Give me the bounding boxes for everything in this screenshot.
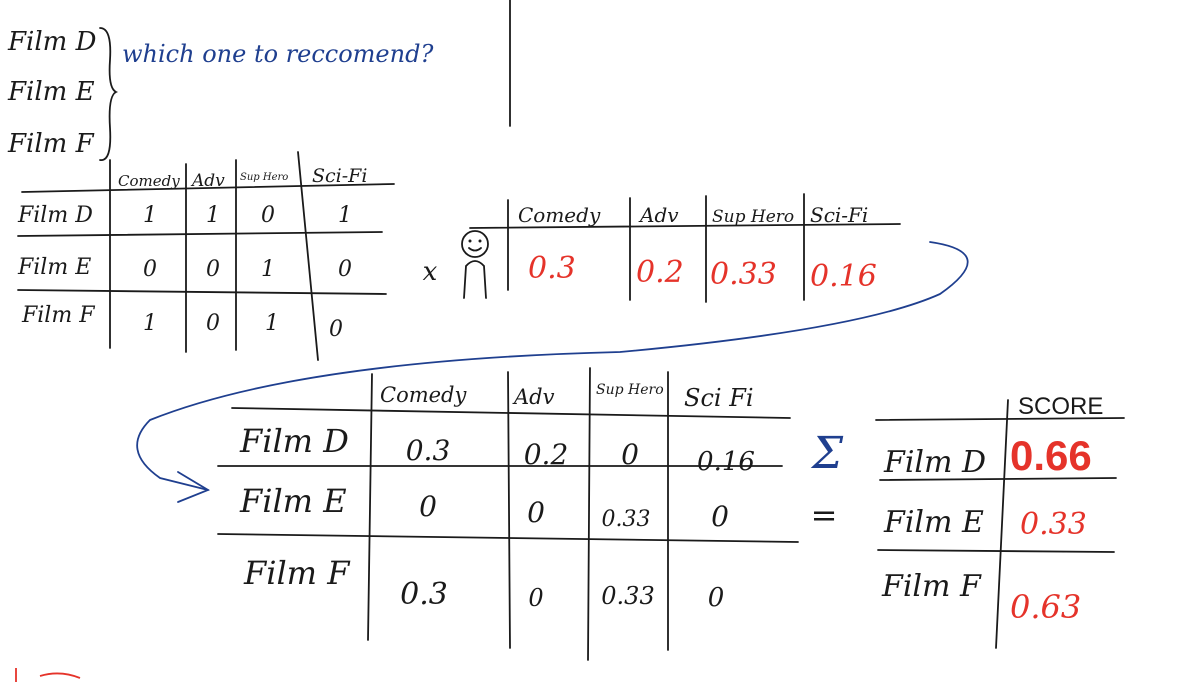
genre-cell: 1 <box>261 257 275 282</box>
score-header: SCORE <box>1018 393 1103 420</box>
profile-header-sup-hero: Sup Hero <box>712 207 794 227</box>
score-row-label: Film E <box>883 505 984 540</box>
profile-value-sup-hero: 0.33 <box>710 257 777 292</box>
genre-header-comedy: Comedy <box>118 172 180 190</box>
genre-cell: 1 <box>143 311 157 336</box>
sum-operator: Σ <box>810 428 844 479</box>
weighted-header-sup-hero: Sup Hero <box>596 382 664 398</box>
weighted-cell: 0.33 <box>602 507 651 532</box>
weighted-row-label: Film D <box>239 422 349 460</box>
film-genre-table: Comedy Adv Sup Hero Sci-Fi Film D 1 1 0 … <box>17 151 395 361</box>
profile-value-sci-fi: 0.16 <box>810 259 877 294</box>
weighted-cell: 0 <box>527 496 545 529</box>
equals-operator: = <box>811 496 838 534</box>
genre-row-label: Film F <box>21 303 95 328</box>
red-annotation-stroke <box>15 668 81 682</box>
genre-cell: 0 <box>338 257 352 282</box>
weighted-cell: 0 <box>528 584 543 612</box>
genre-cell: 1 <box>143 203 157 228</box>
profile-header-sci-fi: Sci-Fi <box>810 203 868 227</box>
genre-row-label: Film E <box>17 255 91 280</box>
genre-cell: 1 <box>206 203 220 228</box>
genre-header-sup-hero: Sup Hero <box>240 172 288 183</box>
score-row-label: Film F <box>881 569 982 604</box>
weighted-cell: 0.3 <box>400 577 448 612</box>
curly-brace <box>99 27 119 161</box>
genre-header-sci-fi: Sci-Fi <box>312 165 367 187</box>
genre-cell: 1 <box>265 311 279 336</box>
weighted-cell: 0 <box>711 500 729 533</box>
score-value: 0.63 <box>1010 588 1081 626</box>
genre-row-label: Film D <box>17 203 93 228</box>
genre-cell: 0 <box>261 203 275 228</box>
whiteboard-canvas: Film D Film E Film F which one to reccom… <box>7 0 1125 682</box>
question-film-d: Film D <box>7 27 97 57</box>
weighted-cell: 0.3 <box>406 434 451 467</box>
weighted-header-comedy: Comedy <box>380 383 467 407</box>
question-film-f: Film F <box>7 129 95 159</box>
score-value: 0.33 <box>1020 507 1087 542</box>
genre-cell: 0 <box>206 311 220 336</box>
genre-header-adv: Adv <box>190 171 225 191</box>
weighted-row-label: Film E <box>239 482 347 520</box>
question-film-e: Film E <box>7 77 95 107</box>
profile-value-comedy: 0.3 <box>528 251 576 286</box>
weighted-cell: 0 <box>708 583 725 613</box>
score-value-top: 0.66 <box>1010 432 1092 479</box>
weighted-cell: 0 <box>419 490 437 523</box>
profile-value-adv: 0.2 <box>636 255 684 290</box>
user-icon <box>461 230 489 299</box>
genre-cell: 0 <box>143 257 157 282</box>
genre-cell: 0 <box>206 257 220 282</box>
weighted-cell: 0.33 <box>601 582 654 610</box>
weighted-row-label: Film F <box>243 554 351 592</box>
recommend-question: which one to reccomend? <box>122 40 433 68</box>
question-block: Film D Film E Film F which one to reccom… <box>7 0 511 161</box>
weighted-cell: 0 <box>621 438 639 471</box>
score-table: SCORE Film D 0.66 Film E 0.33 Film F 0.6… <box>875 393 1125 649</box>
multiply-operator: x <box>423 257 438 287</box>
weighted-cell: 0.2 <box>524 438 569 471</box>
weighted-cell: 0.16 <box>697 447 755 477</box>
genre-cell: 0 <box>329 317 343 342</box>
profile-header-adv: Adv <box>638 203 679 227</box>
profile-header-comedy: Comedy <box>518 203 601 227</box>
weighted-table: Comedy Adv Sup Hero Sci Fi Film D 0.3 0.… <box>217 367 799 661</box>
genre-cell: 1 <box>338 203 352 228</box>
weighted-header-adv: Adv <box>512 385 555 409</box>
weighted-header-sci-fi: Sci Fi <box>684 384 754 412</box>
user-profile-table: Comedy Adv Sup Hero Sci-Fi 0.3 0.2 0.33 … <box>469 193 901 303</box>
score-row-label: Film D <box>883 445 986 480</box>
